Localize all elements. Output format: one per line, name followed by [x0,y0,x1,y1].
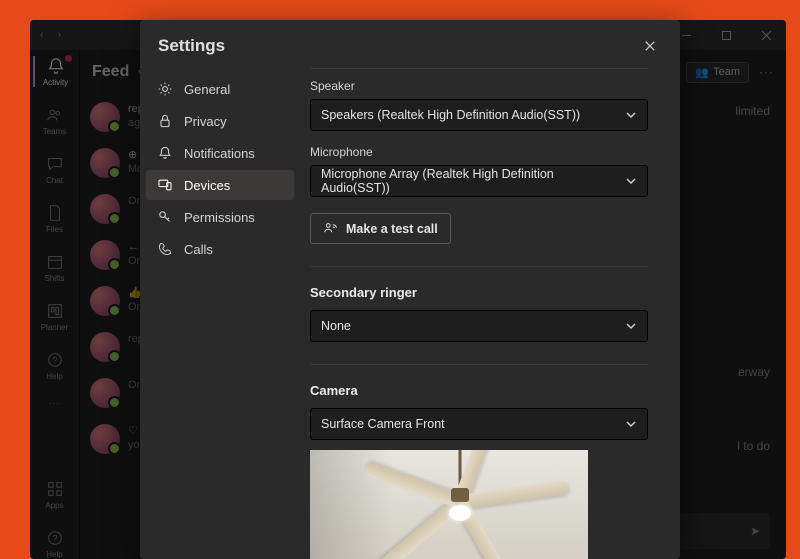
gear-icon [156,80,174,98]
camera-heading: Camera [310,383,648,398]
nav-permissions[interactable]: Permissions [146,202,294,232]
secondary-ringer-dropdown[interactable]: None [310,310,648,342]
settings-nav: General Privacy Notifications Devices Pe… [140,64,300,559]
chevron-down-icon [625,175,637,187]
secondary-ringer-heading: Secondary ringer [310,285,648,300]
person-call-icon [323,221,338,236]
speaker-label: Speaker [310,79,648,93]
camera-preview: Preview [310,450,588,559]
chevron-down-icon [625,418,637,430]
chevron-down-icon [625,109,637,121]
nav-general[interactable]: General [146,74,294,104]
microphone-dropdown[interactable]: Microphone Array (Realtek High Definitio… [310,165,648,197]
camera-dropdown[interactable]: Surface Camera Front [310,408,648,440]
devices-icon [156,176,174,194]
key-icon [156,208,174,226]
settings-title: Settings [158,36,225,56]
speaker-dropdown[interactable]: Speakers (Realtek High Definition Audio(… [310,99,648,131]
lock-icon [156,112,174,130]
close-button[interactable] [638,34,662,58]
nav-calls[interactable]: Calls [146,234,294,264]
settings-modal: Settings General Privacy Notifications D… [140,20,680,559]
nav-privacy[interactable]: Privacy [146,106,294,136]
bell-icon [156,144,174,162]
chevron-down-icon [625,320,637,332]
make-test-call-button[interactable]: Make a test call [310,213,451,244]
phone-icon [156,240,174,258]
nav-devices[interactable]: Devices [146,170,294,200]
nav-notifications[interactable]: Notifications [146,138,294,168]
settings-pane-devices: Speaker Speakers (Realtek High Definitio… [300,64,680,559]
microphone-label: Microphone [310,145,648,159]
close-icon [644,40,656,52]
